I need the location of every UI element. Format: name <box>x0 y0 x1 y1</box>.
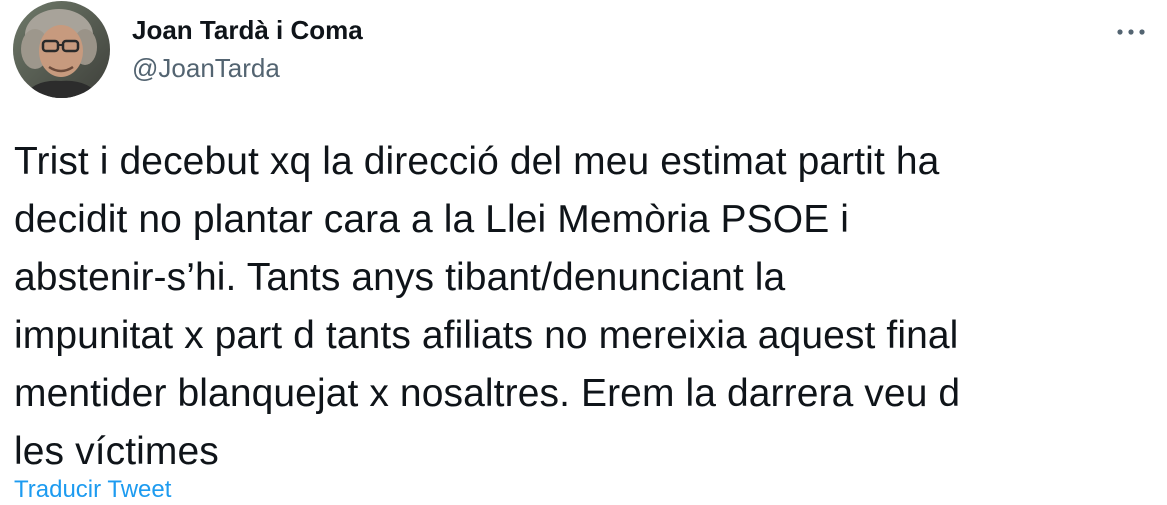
avatar-photo <box>13 1 110 98</box>
author-handle[interactable]: @JoanTarda <box>132 52 363 84</box>
more-options-button[interactable] <box>1109 10 1153 54</box>
author-display-name[interactable]: Joan Tardà i Coma <box>132 14 363 46</box>
avatar[interactable] <box>13 1 110 98</box>
more-horizontal-icon <box>1117 29 1145 35</box>
tweet-card: Joan Tardà i Coma @JoanTarda Trist i dec… <box>0 0 1167 503</box>
tweet-text: Trist i decebut xq la direcció del meu e… <box>14 140 961 473</box>
author-info: Joan Tardà i Coma @JoanTarda <box>132 14 363 84</box>
translate-tweet-link[interactable]: Traducir Tweet <box>14 475 171 505</box>
